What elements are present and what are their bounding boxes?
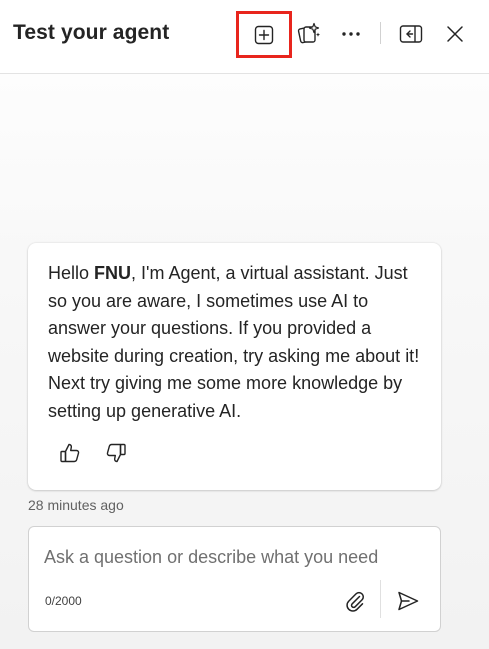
more-horizontal-icon: [342, 32, 360, 36]
page-title: Test your agent: [13, 21, 170, 44]
close-button[interactable]: [440, 18, 470, 50]
new-chat-button[interactable]: [236, 11, 292, 58]
message-user-name: FNU: [94, 263, 132, 283]
panel-collapse-icon: [399, 25, 423, 43]
chat-header: Test your agent: [0, 0, 489, 74]
composer-divider: [380, 580, 381, 618]
message-timestamp: 28 minutes ago: [28, 497, 124, 513]
composer: 0/2000: [28, 526, 441, 632]
collapse-panel-button[interactable]: [396, 18, 426, 50]
paperclip-icon: [346, 591, 365, 612]
send-button[interactable]: [395, 588, 421, 614]
message-reactions: [58, 441, 128, 465]
copilot-sparkle-icon: [297, 22, 320, 44]
message-greeting: Hello: [48, 263, 95, 283]
like-button[interactable]: [58, 441, 82, 465]
character-count: 0/2000: [45, 594, 82, 608]
agent-message-card: Hello FNU, I'm Agent, a virtual assistan…: [28, 243, 441, 490]
message-body: , I'm Agent, a virtual assistant. Just s…: [48, 263, 420, 421]
message-input[interactable]: [44, 544, 424, 570]
close-icon: [447, 26, 463, 42]
attach-button[interactable]: [342, 588, 368, 614]
more-options-button[interactable]: [336, 18, 366, 50]
copilot-button[interactable]: [294, 18, 324, 50]
thumbs-down-icon: [106, 443, 126, 463]
agent-message-text: Hello FNU, I'm Agent, a virtual assistan…: [48, 260, 423, 425]
thumbs-up-icon: [60, 443, 80, 463]
plus-square-icon: [254, 25, 274, 44]
dislike-button[interactable]: [104, 441, 128, 465]
header-divider: [380, 22, 381, 44]
send-icon: [398, 591, 419, 611]
